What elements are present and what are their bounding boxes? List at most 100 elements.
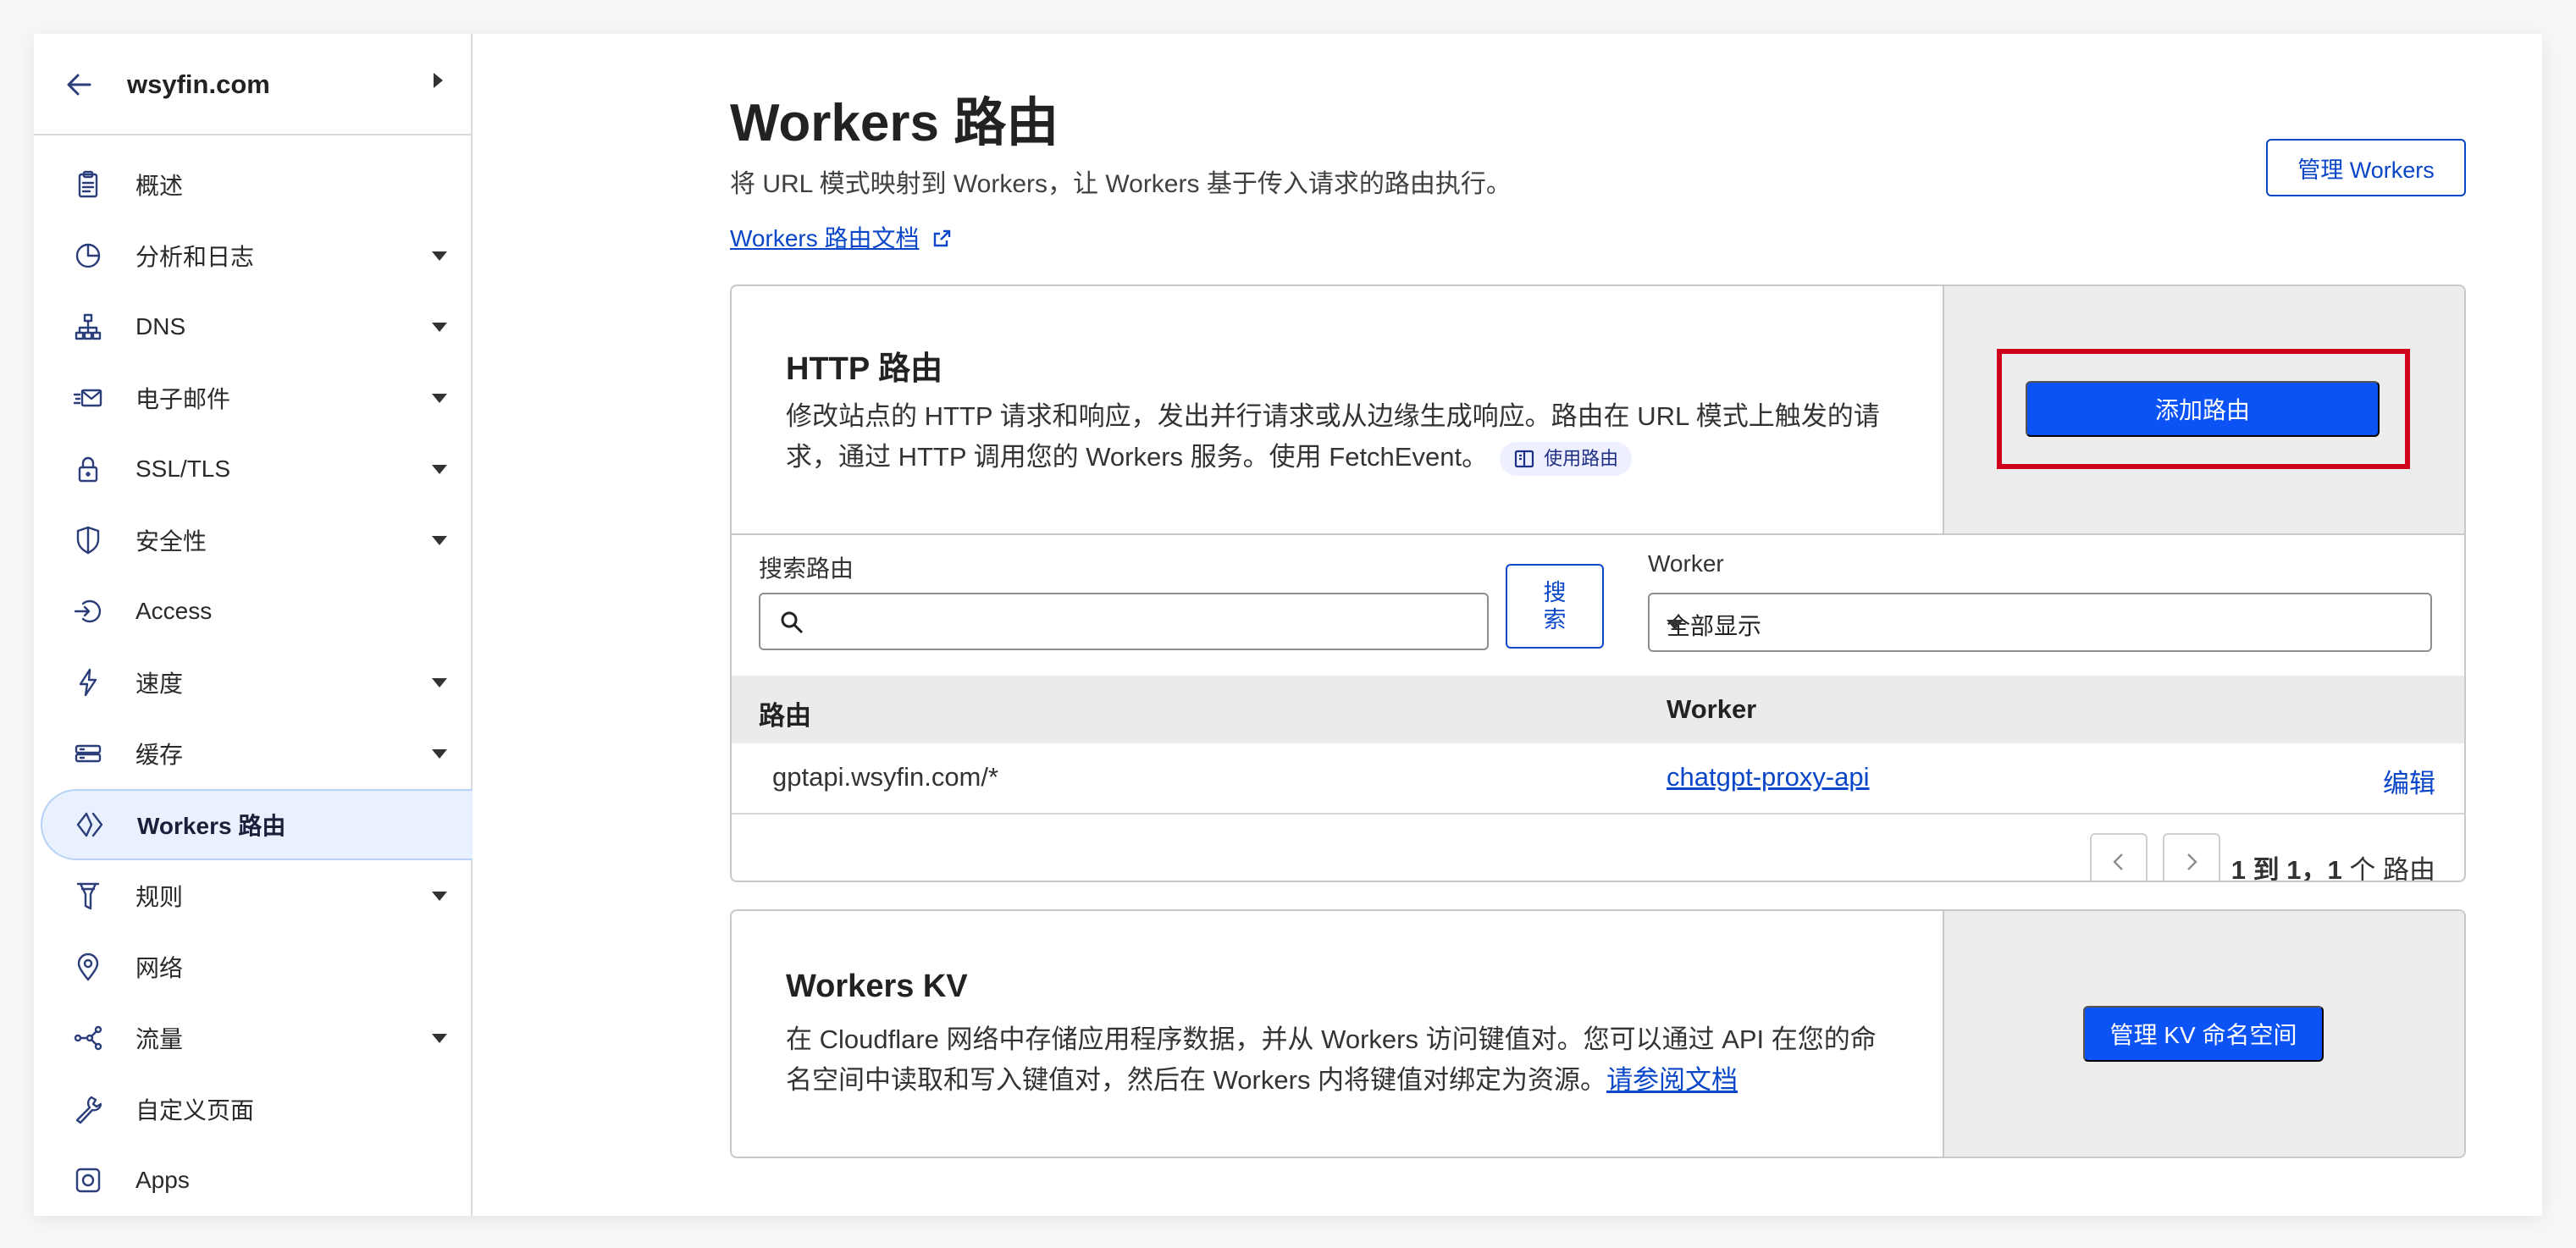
- worker-select[interactable]: 全部显示: [1648, 593, 2432, 652]
- chevron-down-icon: [432, 535, 447, 545]
- sidebar-item-traffic[interactable]: 流量: [34, 1002, 473, 1074]
- sidebar-item-security[interactable]: 安全性: [34, 505, 473, 576]
- sidebar-nav: 概述 分析和日志 DNS 电子邮件 SSL/TLS 安全性 Access 速度 …: [34, 149, 473, 1216]
- sidebar-item-apps[interactable]: Apps: [34, 1145, 473, 1216]
- search-routes-input[interactable]: [816, 594, 1477, 649]
- network-icon: [71, 310, 105, 344]
- sidebar-item-dns[interactable]: DNS: [34, 291, 473, 362]
- workers-icon: [73, 808, 107, 842]
- pie-chart-icon: [71, 239, 105, 273]
- page-title: Workers 路由: [730, 94, 1059, 152]
- storage-icon: [71, 737, 105, 770]
- back-arrow-icon[interactable]: [63, 68, 97, 102]
- route-pattern: gptapi.wsyfin.com/*: [772, 762, 999, 792]
- sidebar-item-speed[interactable]: 速度: [34, 647, 473, 718]
- sidebar-item-rules[interactable]: 规则: [34, 860, 473, 931]
- use-routes-pill-label: 使用路由: [1544, 447, 1619, 469]
- access-icon: [71, 594, 105, 628]
- kv-docs-link[interactable]: 请参阅文档: [1606, 1065, 1738, 1095]
- sidebar-item-label: Workers 路由: [137, 813, 286, 839]
- sidebar-item-label: 电子邮件: [135, 386, 231, 412]
- chevron-down-icon: [432, 1033, 447, 1043]
- zone-name[interactable]: wsyfin.com: [127, 68, 270, 102]
- sidebar-item-label: 概述: [135, 173, 184, 199]
- shield-icon: [71, 523, 105, 557]
- sidebar-item-custom-pages[interactable]: 自定义页面: [34, 1074, 473, 1145]
- chevron-down-icon: [432, 891, 447, 901]
- wrench-icon: [71, 1092, 105, 1126]
- search-icon: [781, 611, 804, 634]
- sidebar-item-label: 流量: [135, 1026, 184, 1052]
- http-card-title: HTTP 路由: [786, 351, 943, 387]
- sidebar-header: wsyfin.com: [34, 34, 471, 135]
- external-link-icon: [933, 229, 950, 247]
- chevron-down-icon: [432, 322, 447, 332]
- prev-page-button[interactable]: [2090, 833, 2148, 881]
- lightning-icon: [71, 665, 105, 699]
- workers-routes-doc-link[interactable]: Workers 路由文档: [730, 222, 952, 256]
- sidebar-item-label: 自定义页面: [135, 1097, 255, 1124]
- use-routes-pill[interactable]: 使用路由: [1500, 441, 1633, 476]
- sidebar-item-ssl-tls[interactable]: SSL/TLS: [34, 433, 473, 505]
- traffic-icon: [71, 1021, 105, 1055]
- kv-card-action-panel: 管理 KV 命名空间: [1943, 911, 2464, 1157]
- http-card-description-text: 修改站点的 HTTP 请求和响应，发出并行请求或从边缘生成响应。路由在 URL …: [786, 401, 1880, 472]
- worker-filter-label: Worker: [1648, 550, 1724, 577]
- column-header-route: 路由: [759, 701, 811, 731]
- chevron-down-icon: [432, 464, 447, 474]
- kv-card-description: 在 Cloudflare 网络中存储应用程序数据，并从 Workers 访问键值…: [786, 1019, 1887, 1101]
- sidebar-item-label: 网络: [135, 955, 184, 981]
- routes-table-header: 路由 Worker: [732, 676, 2464, 743]
- sidebar-item-overview[interactable]: 概述: [34, 149, 473, 220]
- sidebar-item-label: DNS: [135, 313, 186, 340]
- sidebar-item-analytics[interactable]: 分析和日志: [34, 220, 473, 291]
- main-content: Workers 路由 将 URL 模式映射到 Workers，让 Workers…: [473, 34, 2542, 1216]
- search-routes-field[interactable]: [759, 593, 1489, 650]
- sidebar-item-email[interactable]: 电子邮件: [34, 362, 473, 433]
- sidebar-item-network[interactable]: 网络: [34, 931, 473, 1002]
- next-page-button[interactable]: [2163, 833, 2220, 881]
- app-window: wsyfin.com 概述 分析和日志 DNS 电子邮件 SSL/TLS 安全性…: [34, 34, 2542, 1216]
- sidebar-item-label: 规则: [135, 884, 184, 910]
- chevron-left-icon: [2113, 853, 2123, 870]
- pagination-summary: 1 到 1，1 个 路由: [2231, 848, 2435, 882]
- http-routes-card: 添加路由 HTTP 路由 修改站点的 HTTP 请求和响应，发出并行请求或从边缘…: [730, 284, 2466, 882]
- pagination-count: 1: [2327, 855, 2342, 882]
- workers-kv-card: 管理 KV 命名空间 Workers KV 在 Cloudflare 网络中存储…: [730, 909, 2466, 1158]
- edit-route-link[interactable]: 编辑: [2383, 762, 2435, 800]
- zone-caret-icon[interactable]: [434, 73, 443, 88]
- worker-link[interactable]: chatgpt-proxy-api: [1667, 762, 1870, 792]
- sidebar-item-label: Access: [135, 598, 213, 624]
- sidebar-item-caching[interactable]: 缓存: [34, 718, 473, 789]
- sidebar-item-label: SSL/TLS: [135, 456, 231, 482]
- manage-workers-button[interactable]: 管理 Workers: [2266, 139, 2466, 196]
- location-pin-icon: [71, 950, 105, 984]
- pagination-range: 1 到 1，: [2231, 855, 2328, 882]
- highlight-annotation-box: [1997, 349, 2410, 469]
- http-card-action-panel: 添加路由: [1943, 286, 2464, 533]
- sidebar-item-label: 安全性: [135, 528, 207, 555]
- manage-kv-namespaces-button[interactable]: 管理 KV 命名空间: [2083, 1006, 2324, 1062]
- search-button[interactable]: 搜索: [1506, 564, 1604, 649]
- chevron-down-icon: [432, 251, 447, 261]
- sidebar-item-label: 缓存: [135, 742, 184, 768]
- routes-filter-bar: 搜索路由 搜索 Worker 全部显示: [732, 535, 2464, 676]
- page-description: 将 URL 模式映射到 Workers，让 Workers 基于传入请求的路由执…: [730, 170, 1512, 198]
- chevron-down-icon: [432, 677, 447, 688]
- sidebar-item-workers-routes[interactable]: Workers 路由: [41, 789, 473, 860]
- clipboard-icon: [71, 168, 105, 202]
- column-header-worker: Worker: [1667, 694, 1757, 724]
- sidebar-item-label: 速度: [135, 671, 184, 697]
- pagination-suffix: 个 路由: [2349, 855, 2435, 882]
- doc-link-label: Workers 路由文档: [730, 225, 920, 251]
- sidebar-item-label: Apps: [135, 1167, 190, 1193]
- book-icon: [1514, 450, 1534, 467]
- email-icon: [71, 381, 105, 415]
- table-row: gptapi.wsyfin.com/* chatgpt-proxy-api 编辑: [732, 743, 2464, 815]
- chevron-down-icon: [432, 748, 447, 759]
- funnel-icon: [71, 879, 105, 913]
- sidebar-item-access[interactable]: Access: [34, 576, 473, 647]
- chevron-right-icon: [2187, 853, 2197, 870]
- apps-icon: [71, 1163, 105, 1197]
- search-routes-label: 搜索路由: [759, 555, 854, 582]
